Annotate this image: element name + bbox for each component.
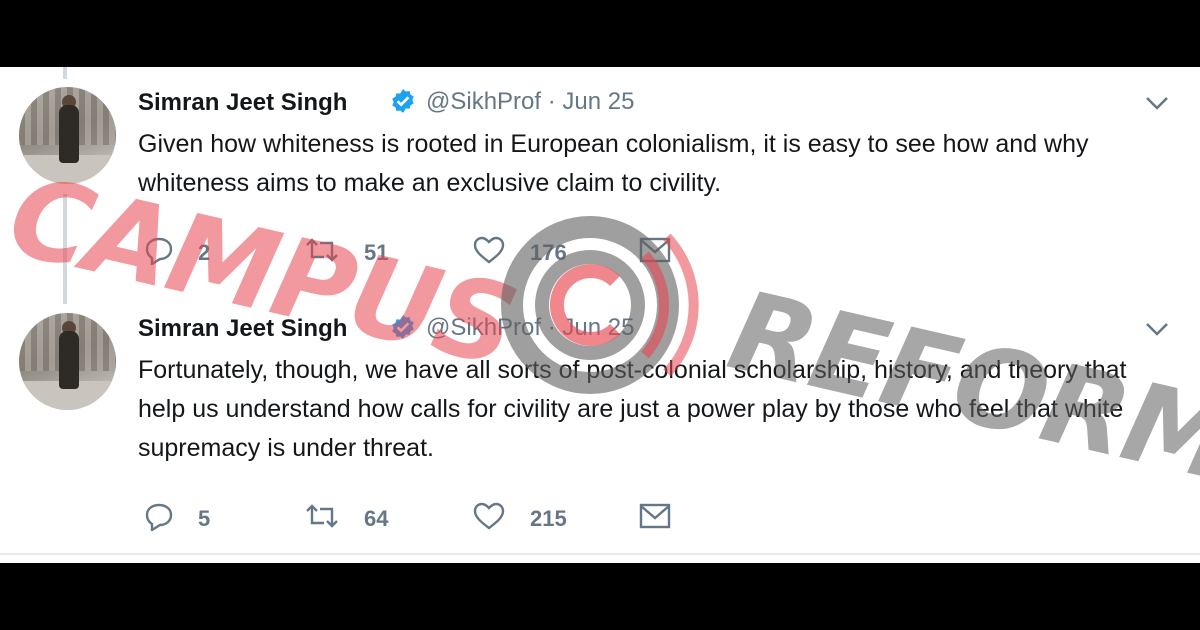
chevron-down-icon[interactable] <box>1145 95 1169 111</box>
retweet-icon[interactable] <box>305 501 339 531</box>
reply-icon[interactable] <box>142 501 176 531</box>
campus-reform-logo-icon <box>501 216 699 394</box>
reply-count: 5 <box>198 506 211 531</box>
tweet-text: Given how whiteness is rooted in Europea… <box>138 130 1089 197</box>
avatar[interactable] <box>19 313 116 410</box>
like-count: 215 <box>530 506 567 531</box>
bottom-divider <box>0 553 1200 555</box>
tweet-actions: 5 64 215 <box>0 499 1200 539</box>
chevron-down-icon[interactable] <box>1145 321 1169 337</box>
handle-and-date[interactable]: @SikhProf · Jun 25 <box>426 88 634 116</box>
envelope-icon[interactable] <box>638 501 672 531</box>
author-name[interactable]: Simran Jeet Singh <box>138 89 347 117</box>
retweet-count: 64 <box>364 506 389 531</box>
heart-icon[interactable] <box>472 501 506 531</box>
verified-badge-icon <box>392 89 414 113</box>
